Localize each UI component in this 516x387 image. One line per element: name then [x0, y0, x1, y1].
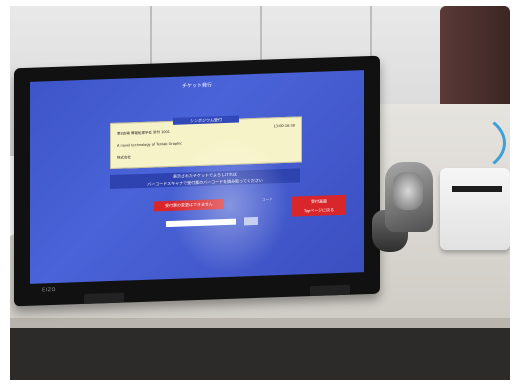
- floor: [10, 328, 510, 380]
- touch-monitor: チケット発行 シンポジウム受付 第8会場 情報処理学会 受付 1001 13:0…: [14, 55, 380, 307]
- monitor-foot-left: [84, 292, 124, 304]
- barcode-scanner-window: [393, 172, 423, 210]
- photo-border-right: [510, 0, 516, 387]
- chair: [440, 6, 510, 116]
- ticket-line-2: A novel technology of Tenlab Graphic: [117, 141, 183, 148]
- table-edge: [10, 318, 510, 328]
- code-submit-button[interactable]: [244, 216, 258, 226]
- ticket-band-label: シンポジウム受付: [173, 115, 239, 125]
- monitor-screen: チケット発行 シンポジウム受付 第8会場 情報処理学会 受付 1001 13:0…: [30, 70, 364, 284]
- change-ticket-button[interactable]: 受付票の変更はできません: [154, 199, 224, 212]
- receipt-printer: [440, 168, 510, 250]
- ticket-time: 13:00-16:30: [273, 123, 295, 129]
- code-label: コード: [262, 197, 273, 202]
- ticket-line-3: 株式会社: [117, 155, 131, 160]
- ticket-line-1: 第8会場 情報処理学会 受付 1001: [117, 129, 170, 136]
- monitor-logo: EIZO: [42, 286, 56, 294]
- back-to-top-button[interactable]: 受付画面 Topページに戻る: [292, 194, 346, 217]
- monitor-foot-right: [310, 284, 350, 297]
- scan-instruction: 表示されたチケットでよろしければ バーコードスキャナで受付票のバーコードを読み取…: [110, 168, 300, 190]
- printer-paper-slot: [452, 186, 502, 192]
- photo-border-bottom: [0, 380, 516, 387]
- photo-border-left: [0, 0, 10, 387]
- ticket-card: シンポジウム受付 第8会場 情報処理学会 受付 1001 13:00-16:30…: [110, 115, 302, 170]
- screen-title: チケット発行: [181, 82, 212, 90]
- code-input[interactable]: [166, 218, 236, 228]
- photo-scene: チケット発行 シンポジウム受付 第8会場 情報処理学会 受付 1001 13:0…: [0, 0, 516, 387]
